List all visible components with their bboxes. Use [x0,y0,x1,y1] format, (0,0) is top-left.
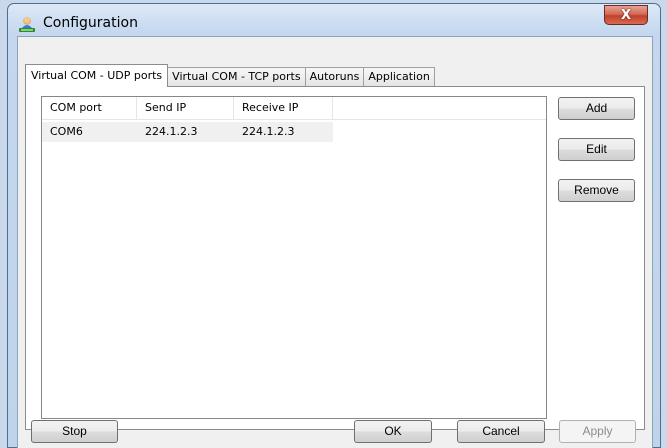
dialog-client-area: Virtual COM - UDP ports Virtual COM - TC… [17,36,653,448]
tab-udp-ports[interactable]: Virtual COM - UDP ports [25,64,169,87]
cell-send-ip: 224.1.2.3 [145,125,198,138]
close-button[interactable]: X [604,5,648,25]
tab-autoruns[interactable]: Autoruns [304,67,365,87]
column-receive-ip[interactable]: Receive IP [234,97,333,120]
tab-strip: Virtual COM - UDP ports Virtual COM - TC… [25,64,435,87]
ok-button[interactable]: OK [354,420,432,443]
remove-button[interactable]: Remove [558,179,635,202]
stop-button[interactable]: Stop [31,420,118,443]
table-row[interactable]: COM6 224.1.2.3 224.1.2.3 [42,122,333,142]
list-header: COM port Send IP Receive IP [42,97,546,120]
apply-button[interactable]: Apply [559,420,636,443]
column-com-port[interactable]: COM port [42,97,137,120]
window-title: Configuration [43,15,138,31]
tab-application[interactable]: Application [363,67,435,87]
cancel-button[interactable]: Cancel [457,420,545,443]
column-send-ip[interactable]: Send IP [137,97,234,120]
cell-com-port: COM6 [50,125,83,138]
cell-receive-ip: 224.1.2.3 [242,125,295,138]
user-network-icon [19,17,35,32]
window: Configuration X Virtual COM - UDP ports … [7,3,661,448]
edit-button[interactable]: Edit [558,138,635,161]
tab-tcp-ports[interactable]: Virtual COM - TCP ports [167,67,306,87]
close-icon: X [620,7,632,23]
udp-ports-list[interactable]: COM port Send IP Receive IP COM6 224.1.2… [41,96,547,419]
title-bar[interactable]: Configuration X [8,4,660,40]
add-button[interactable]: Add [558,97,635,120]
